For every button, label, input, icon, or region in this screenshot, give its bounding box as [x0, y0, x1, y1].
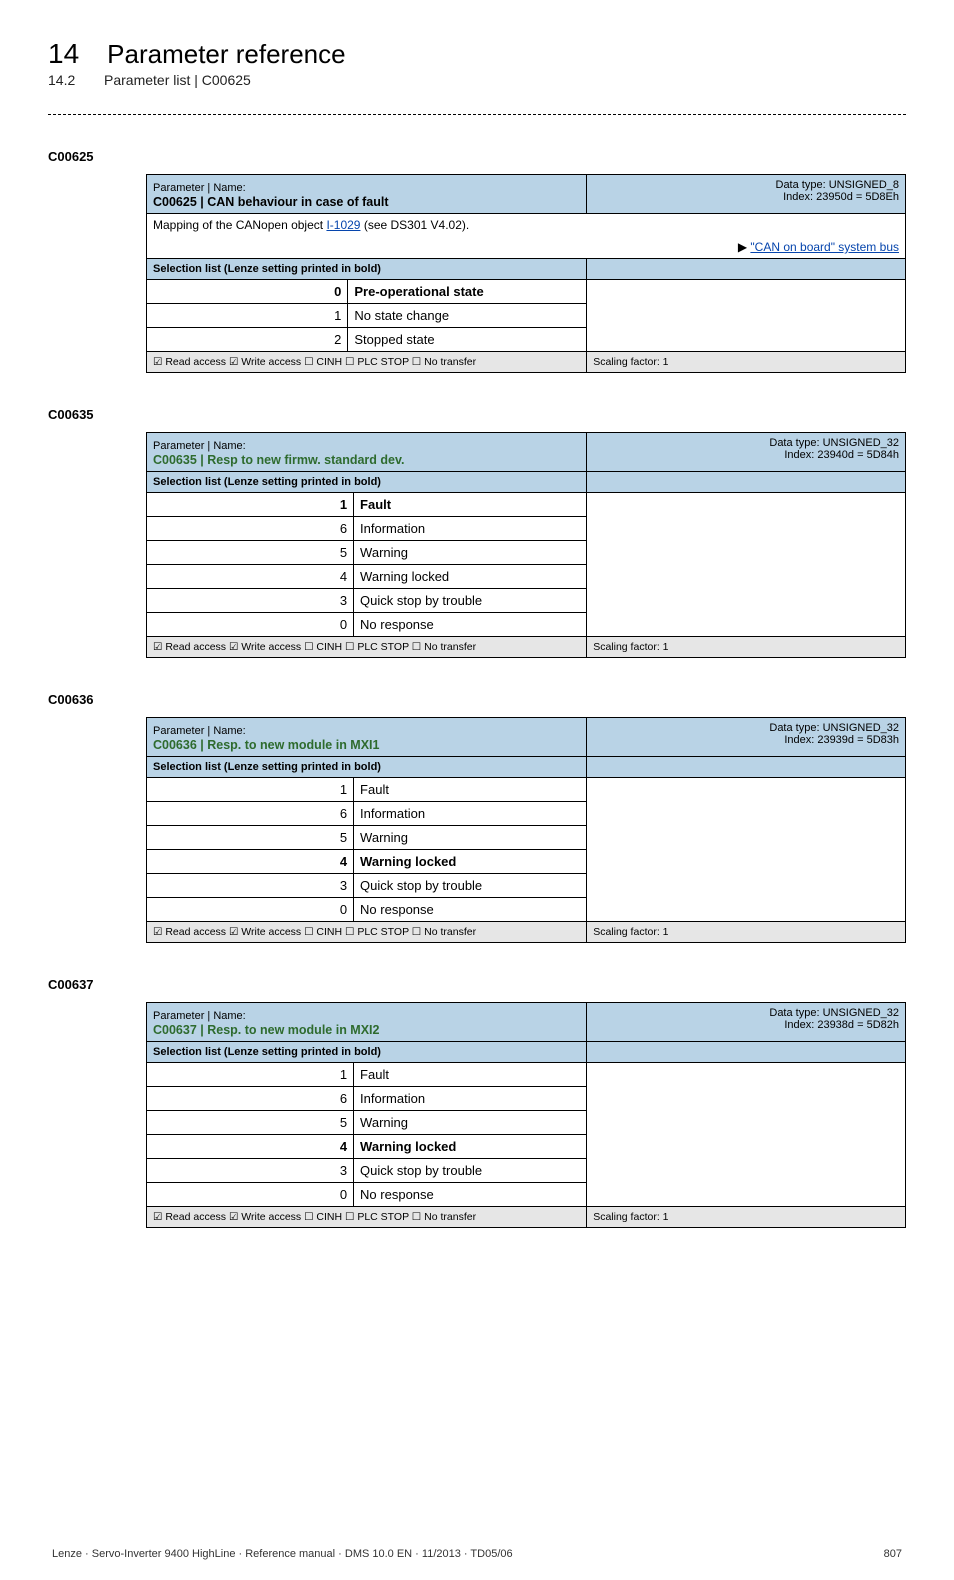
option-label: Information — [354, 1087, 587, 1111]
option-label: No response — [354, 613, 587, 637]
option-label: Quick stop by trouble — [354, 874, 587, 898]
index-value: Index: 23940d = 5D84h — [784, 449, 899, 461]
selection-list-header: Selection list (Lenze setting printed in… — [147, 259, 587, 280]
param-label: Parameter | Name: — [153, 440, 246, 452]
option-number: 0 — [147, 613, 354, 637]
scaling-factor: Scaling factor: 1 — [587, 922, 906, 943]
mapping-text: Mapping of the CANopen object — [153, 218, 326, 232]
param-label: Parameter | Name: — [153, 1010, 246, 1022]
param-table-c00636: Parameter | Name: C00636 | Resp. to new … — [146, 717, 906, 943]
triangle-icon: ▶ — [738, 240, 751, 254]
chapter-title: Parameter reference — [107, 39, 345, 70]
access-flags: ☑ Read access ☑ Write access ☐ CINH ☐ PL… — [147, 1207, 587, 1228]
param-code-name: C00636 | Resp. to new module in MXI1 — [153, 738, 379, 752]
option-number: 4 — [147, 850, 354, 874]
option-label: Warning locked — [354, 850, 587, 874]
selection-list-header: Selection list (Lenze setting printed in… — [147, 472, 587, 493]
option-number: 4 — [147, 1135, 354, 1159]
param-code-name: C00637 | Resp. to new module in MXI2 — [153, 1023, 379, 1037]
divider — [48, 114, 906, 115]
option-number: 1 — [147, 778, 354, 802]
option-number: 0 — [147, 898, 354, 922]
data-type: Data type: UNSIGNED_32 — [769, 437, 899, 449]
option-number: 5 — [147, 826, 354, 850]
param-id: C00625 — [48, 149, 906, 164]
option-number: 6 — [147, 1087, 354, 1111]
option-number: 3 — [147, 874, 354, 898]
selection-list-header: Selection list (Lenze setting printed in… — [147, 1042, 587, 1063]
option-number: 4 — [147, 565, 354, 589]
selection-list-header: Selection list (Lenze setting printed in… — [147, 757, 587, 778]
param-id: C00635 — [48, 407, 906, 422]
option-label: Warning locked — [354, 565, 587, 589]
option-number: 2 — [147, 328, 348, 352]
option-number: 5 — [147, 1111, 354, 1135]
option-label: Pre-operational state — [348, 280, 587, 304]
option-number: 1 — [147, 304, 348, 328]
option-label: Fault — [354, 493, 587, 517]
option-label: No response — [354, 1183, 587, 1207]
option-label: Quick stop by trouble — [354, 1159, 587, 1183]
option-number: 0 — [147, 1183, 354, 1207]
index-value: Index: 23938d = 5D82h — [784, 1019, 899, 1031]
option-label: No state change — [348, 304, 587, 328]
param-label: Parameter | Name: — [153, 182, 246, 194]
option-label: Warning — [354, 826, 587, 850]
option-number: 1 — [147, 493, 354, 517]
option-label: Stopped state — [348, 328, 587, 352]
index-value: Index: 23950d = 5D8Eh — [783, 191, 899, 203]
scaling-factor: Scaling factor: 1 — [587, 637, 906, 658]
scaling-factor: Scaling factor: 1 — [587, 352, 906, 373]
option-number: 6 — [147, 517, 354, 541]
mapping-link[interactable]: I-1029 — [326, 218, 360, 232]
param-code-name: C00635 | Resp to new firmw. standard dev… — [153, 453, 405, 467]
mapping-text-post: (see DS301 V4.02). — [360, 218, 469, 232]
footer-left: Lenze · Servo-Inverter 9400 HighLine · R… — [52, 1548, 513, 1560]
param-table-c00637: Parameter | Name: C00637 | Resp. to new … — [146, 1002, 906, 1228]
param-id: C00637 — [48, 977, 906, 992]
data-type: Data type: UNSIGNED_32 — [769, 1007, 899, 1019]
page-number: 807 — [884, 1548, 902, 1560]
section-number: 14.2 — [48, 72, 76, 88]
index-value: Index: 23939d = 5D83h — [784, 734, 899, 746]
option-label: Warning locked — [354, 1135, 587, 1159]
param-table-c00625: Parameter | Name: C00625 | CAN behaviour… — [146, 174, 906, 373]
option-label: No response — [354, 898, 587, 922]
option-number: 3 — [147, 589, 354, 613]
option-label: Warning — [354, 541, 587, 565]
param-table-c00635: Parameter | Name: C00635 | Resp to new f… — [146, 432, 906, 658]
section-title: Parameter list | C00625 — [104, 72, 251, 88]
option-label: Information — [354, 802, 587, 826]
option-label: Fault — [354, 1063, 587, 1087]
option-label: Fault — [354, 778, 587, 802]
option-number: 6 — [147, 802, 354, 826]
data-type: Data type: UNSIGNED_32 — [769, 722, 899, 734]
option-label: Quick stop by trouble — [354, 589, 587, 613]
option-number: 5 — [147, 541, 354, 565]
access-flags: ☑ Read access ☑ Write access ☐ CINH ☐ PL… — [147, 352, 587, 373]
access-flags: ☑ Read access ☑ Write access ☐ CINH ☐ PL… — [147, 922, 587, 943]
chapter-number: 14 — [48, 38, 79, 70]
option-label: Warning — [354, 1111, 587, 1135]
param-label: Parameter | Name: — [153, 725, 246, 737]
option-label: Information — [354, 517, 587, 541]
system-bus-link[interactable]: "CAN on board" system bus — [750, 240, 899, 254]
option-number: 0 — [147, 280, 348, 304]
param-code-name: C00625 | CAN behaviour in case of fault — [153, 195, 389, 209]
scaling-factor: Scaling factor: 1 — [587, 1207, 906, 1228]
access-flags: ☑ Read access ☑ Write access ☐ CINH ☐ PL… — [147, 637, 587, 658]
option-number: 3 — [147, 1159, 354, 1183]
option-number: 1 — [147, 1063, 354, 1087]
data-type: Data type: UNSIGNED_8 — [776, 179, 900, 191]
param-id: C00636 — [48, 692, 906, 707]
